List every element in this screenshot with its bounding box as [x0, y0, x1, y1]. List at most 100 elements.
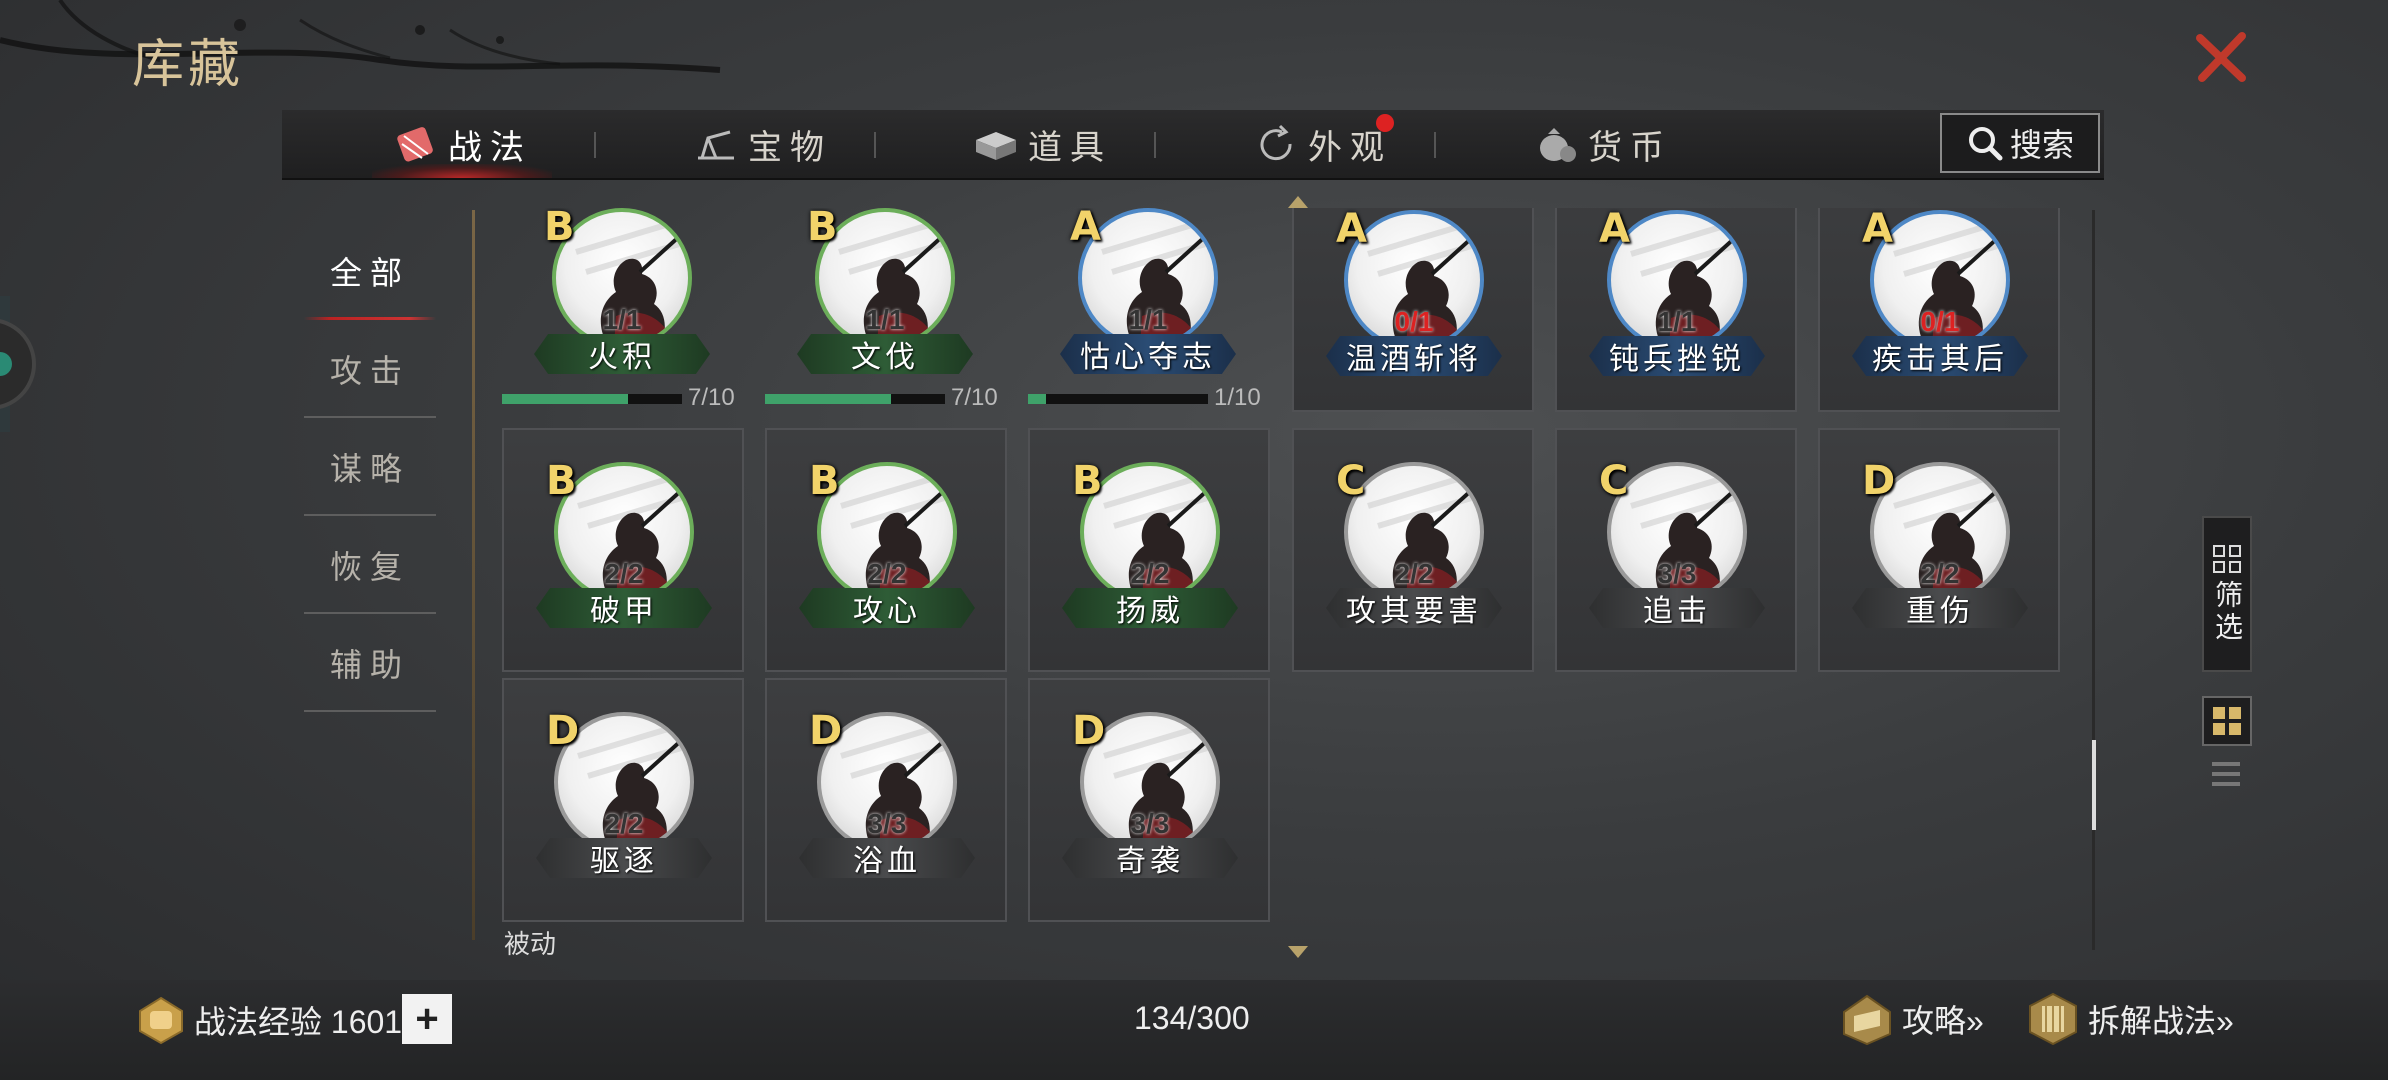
upgrade-progress: 7/10 — [502, 384, 742, 411]
add-exp-button[interactable]: + — [402, 994, 452, 1044]
tactic-card[interactable]: C 2/2 攻其要害 — [1292, 428, 1534, 672]
grade-label: D — [1862, 458, 1896, 504]
owned-count: 1/1 — [602, 304, 642, 335]
tactic-name: 火积 — [534, 334, 710, 374]
grade-label: A — [1070, 208, 1101, 250]
progress-fill — [1028, 394, 1046, 404]
category-strategy[interactable]: 谋略 — [300, 418, 440, 516]
treasure-icon — [698, 130, 734, 160]
category-all[interactable]: 全部 — [300, 222, 440, 320]
tactic-card[interactable]: D 3/3 浴血 — [765, 678, 1007, 922]
progress-bar — [765, 394, 945, 404]
owned-count: 2/2 — [1920, 558, 1960, 589]
progress-bar — [1028, 394, 1208, 404]
tactic-card[interactable]: D 2/2 重伤 — [1818, 428, 2060, 672]
tactic-name: 破甲 — [536, 588, 712, 628]
owned-count: 2/2 — [604, 558, 644, 589]
owned-count: 1/1 — [1657, 306, 1697, 337]
owned-count: 1/1 — [1128, 304, 1168, 335]
tactic-exp-label: 战法经验 1601 — [194, 1004, 403, 1040]
tab-tactics[interactable]: 战法 — [362, 110, 562, 178]
tactic-card[interactable]: D 3/3 奇袭 — [1028, 678, 1270, 922]
progress-text: 7/10 — [951, 384, 998, 411]
category-recovery[interactable]: 恢复 — [300, 516, 440, 614]
progress-fill — [502, 394, 628, 404]
tactic-name: 重伤 — [1852, 588, 2028, 628]
tactic-card[interactable]: A 0/1 疾击其后 — [1818, 208, 2060, 412]
category-support[interactable]: 辅助 — [300, 614, 440, 712]
owned-count: 2/2 — [867, 558, 907, 589]
search-label: 搜索 — [2009, 127, 2074, 163]
tab-tactics-label: 战法 — [448, 128, 532, 167]
guide-book-icon — [1843, 994, 1891, 1046]
tab-items[interactable]: 道具 — [942, 110, 1142, 178]
owned-count: 0/1 — [1920, 306, 1960, 337]
dismantle-icon — [2029, 992, 2077, 1046]
side-menu-handle[interactable] — [0, 296, 62, 432]
tactic-name: 怙心夺志 — [1060, 334, 1236, 374]
dismantle-button[interactable]: 拆解战法» — [2026, 990, 2234, 1048]
category-all-label: 全部 — [329, 255, 410, 291]
progress-bar — [502, 394, 682, 404]
tactic-name: 钝兵挫锐 — [1589, 336, 1765, 376]
grade-label: D — [546, 708, 580, 754]
grade-label: C — [1599, 458, 1629, 504]
filter-button[interactable]: 筛选 — [2202, 516, 2252, 672]
grade-label: B — [546, 458, 577, 504]
tab-currency-label: 货币 — [1588, 128, 1672, 167]
money-bag-icon — [1540, 128, 1576, 162]
category-attack-label: 攻击 — [329, 353, 410, 389]
tactic-card[interactable]: B 2/2 扬威 — [1028, 428, 1270, 672]
grade-label: B — [807, 208, 838, 250]
grid-view-toggle[interactable] — [2202, 696, 2252, 746]
category-strategy-label: 谋略 — [329, 451, 410, 487]
tab-treasure-label: 宝物 — [748, 128, 832, 167]
dismantle-label: 拆解战法» — [2088, 1003, 2234, 1039]
owned-count: 2/2 — [604, 808, 644, 839]
tactic-name: 温酒斩将 — [1326, 336, 1502, 376]
tab-separator — [594, 132, 596, 158]
filter-grid-icon — [2213, 545, 2241, 573]
tactic-name: 攻其要害 — [1326, 588, 1502, 628]
tab-currency[interactable]: 货币 — [1502, 110, 1702, 178]
refresh-icon — [1260, 124, 1292, 161]
tactic-card[interactable]: D 2/2 驱逐 — [502, 678, 744, 922]
tactic-card[interactable]: A 1/1 怙心夺志 1/10 — [1028, 208, 1270, 412]
list-view-icon[interactable] — [2206, 756, 2246, 796]
tactic-card[interactable]: B 1/1 文伐 7/10 — [765, 208, 1007, 412]
tab-separator — [874, 132, 876, 158]
storage-capacity: 134/300 — [1134, 1000, 1250, 1036]
close-icon[interactable] — [2192, 28, 2252, 88]
scroll-icon — [397, 127, 433, 162]
tactic-card[interactable]: B 2/2 破甲 — [502, 428, 744, 672]
scrollbar-track[interactable] — [2092, 210, 2095, 950]
tactic-card[interactable]: A 0/1 温酒斩将 — [1292, 208, 1534, 412]
search-button[interactable]: 搜索 — [1940, 113, 2100, 173]
category-support-label: 辅助 — [329, 647, 410, 683]
tactic-card[interactable]: B 1/1 火积 7/10 — [502, 208, 744, 412]
tactic-card[interactable]: B 2/2 攻心 — [765, 428, 1007, 672]
tactic-exp: 战法经验 1601 — [136, 994, 402, 1046]
grade-label: C — [1336, 458, 1366, 504]
guide-button[interactable]: 攻略» — [1840, 990, 1984, 1048]
tab-treasure[interactable]: 宝物 — [662, 110, 862, 178]
tactic-card[interactable]: A 1/1 钝兵挫锐 — [1555, 208, 1797, 412]
grade-label: A — [1336, 208, 1367, 252]
tactic-name: 扬威 — [1062, 588, 1238, 628]
tactic-name: 奇袭 — [1062, 838, 1238, 878]
upgrade-progress: 1/10 — [1028, 384, 1268, 411]
scroll-up-icon — [1288, 196, 1308, 208]
owned-count: 1/1 — [865, 304, 905, 335]
tactic-name: 疾击其后 — [1852, 336, 2028, 376]
category-list: 全部 攻击 谋略 恢复 辅助 — [300, 222, 440, 712]
progress-fill — [765, 394, 891, 404]
tab-bar: 战法 宝物 道具 外观 货币 — [282, 110, 2104, 180]
scrollbar-thumb[interactable] — [2092, 740, 2096, 830]
grade-label: B — [544, 208, 575, 250]
tactic-name: 文伐 — [797, 334, 973, 374]
owned-count: 0/1 — [1394, 306, 1434, 337]
tactic-card[interactable]: C 3/3 追击 — [1555, 428, 1797, 672]
progress-text: 1/10 — [1214, 384, 1261, 411]
category-attack[interactable]: 攻击 — [300, 320, 440, 418]
tab-separator — [1434, 132, 1436, 158]
